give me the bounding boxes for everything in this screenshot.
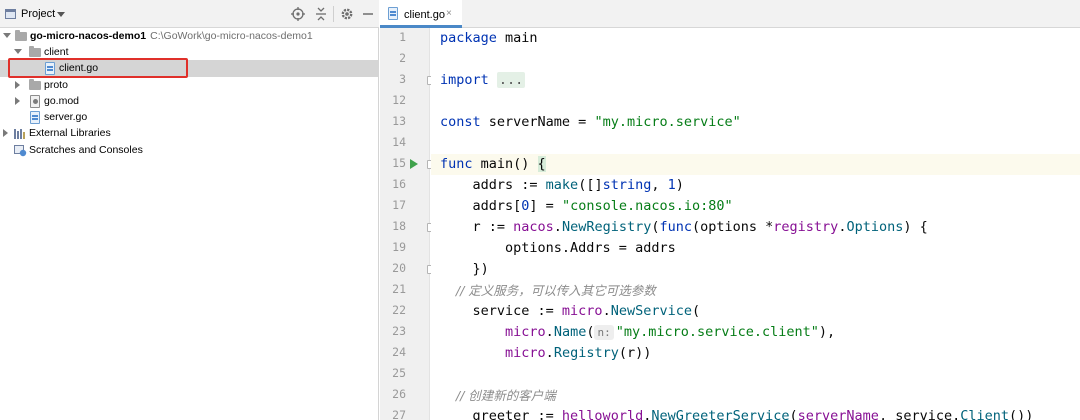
line-number: 20 <box>392 261 406 275</box>
project-toolbar: Project <box>0 0 379 28</box>
dropdown-icon[interactable] <box>57 12 65 17</box>
line-number: 12 <box>392 93 406 107</box>
project-root-label: go-micro-nacos-demo1 <box>30 30 147 42</box>
chevron-right-icon[interactable] <box>15 97 20 105</box>
project-title[interactable]: Project <box>21 8 55 20</box>
code-line-22: service := micro.NewService( <box>440 303 701 319</box>
line-number: 2 <box>399 51 406 65</box>
project-root-path: C:\GoWork\go-micro-nacos-demo1 <box>150 30 313 42</box>
scratches-label: Scratches and Consoles <box>29 144 143 156</box>
code-line-20: }) <box>440 261 489 277</box>
chevron-down-icon[interactable] <box>14 49 22 54</box>
go-file-icon <box>388 7 398 20</box>
go-file-icon <box>30 111 40 124</box>
go-mod-label: go.mod <box>44 95 80 107</box>
line-number: 23 <box>392 324 406 338</box>
tree-item-proto-folder[interactable]: proto <box>0 77 379 94</box>
editor-gutter: 1 2 3 12 13 14 15 16 17 18 19 20 21 22 2… <box>380 28 436 420</box>
parameter-hint: n: <box>594 325 614 340</box>
code-line-19: options.Addrs = addrs <box>440 240 676 256</box>
code-line-18: r := nacos.NewRegistry(func(options *reg… <box>440 219 928 235</box>
chevron-right-icon[interactable] <box>15 81 20 89</box>
line-number: 3 <box>399 72 406 86</box>
chevron-down-icon[interactable] <box>3 33 11 38</box>
code-editor[interactable]: package main import ... const serverName… <box>431 28 1080 420</box>
client-folder-label: client <box>44 46 69 58</box>
editor-tab-bar: client.go × <box>380 0 1080 28</box>
tree-item-client-folder[interactable]: client <box>0 44 379 61</box>
go-file-icon <box>45 62 55 75</box>
code-line-23: micro.Name(n: "my.micro.service.client"), <box>505 324 836 340</box>
folder-icon <box>29 46 41 57</box>
line-number: 16 <box>392 177 406 191</box>
proto-folder-label: proto <box>44 79 68 91</box>
code-line-26: // 创建新的客户端 <box>440 388 556 403</box>
line-number: 19 <box>392 240 406 254</box>
tree-item-external-libraries[interactable]: External Libraries <box>0 125 379 142</box>
code-line-3: import ... <box>440 72 526 88</box>
client-go-label: client.go <box>59 62 99 74</box>
external-libraries-label: External Libraries <box>29 127 111 139</box>
code-line-17: addrs[0] = "console.nacos.io:80" <box>440 198 733 214</box>
close-icon[interactable]: × <box>446 8 452 19</box>
code-line-16: addrs := make([]string, 1) <box>440 177 684 193</box>
tree-item-go-mod[interactable]: go.mod <box>0 93 379 110</box>
line-number: 1 <box>399 30 406 44</box>
chevron-right-icon[interactable] <box>3 129 8 137</box>
folded-imports[interactable]: ... <box>496 72 526 88</box>
code-line-13: const serverName = "my.micro.service" <box>440 114 741 130</box>
minimize-icon[interactable] <box>360 6 376 22</box>
code-line-24: micro.Registry(r)) <box>505 345 652 361</box>
line-number: 17 <box>392 198 406 212</box>
line-number: 22 <box>392 303 406 317</box>
locate-icon[interactable] <box>290 6 306 22</box>
line-number: 27 <box>392 408 406 420</box>
project-icon <box>5 9 16 19</box>
tab-client-go[interactable]: client.go × <box>380 0 462 28</box>
project-panel: Project go-micro-nacos-demo1 C:\GoWork\go… <box>0 0 379 420</box>
code-line-1: package main <box>440 30 538 46</box>
tree-item-project-root[interactable]: go-micro-nacos-demo1 C:\GoWork\go-micro-n… <box>0 28 379 45</box>
line-number: 24 <box>392 345 406 359</box>
line-number: 25 <box>392 366 406 380</box>
server-go-label: server.go <box>44 111 88 123</box>
line-number: 18 <box>392 219 406 233</box>
run-icon[interactable] <box>410 159 418 169</box>
folder-icon <box>15 30 27 41</box>
tree-item-scratches[interactable]: Scratches and Consoles <box>0 142 379 159</box>
library-icon <box>14 128 27 139</box>
line-number: 26 <box>392 387 406 401</box>
gear-icon[interactable] <box>339 6 355 22</box>
go-mod-icon <box>30 95 40 108</box>
line-number: 13 <box>392 114 406 128</box>
tree-item-server-go[interactable]: server.go <box>0 109 379 126</box>
line-number: 21 <box>392 282 406 296</box>
toolbar-divider <box>333 6 334 22</box>
collapse-icon[interactable] <box>313 6 329 22</box>
scratch-icon <box>14 145 27 157</box>
folder-icon <box>29 79 41 90</box>
line-number: 14 <box>392 135 406 149</box>
tab-label: client.go <box>404 9 445 21</box>
code-line-27: greeter := helloworld.NewGreeterService(… <box>440 408 1034 420</box>
line-number: 15 <box>392 156 406 170</box>
tree-item-client-go[interactable]: client.go <box>0 60 379 77</box>
code-line-15: func main() { <box>431 154 1080 175</box>
code-line-21: // 定义服务，可以传入其它可选参数 <box>440 283 656 298</box>
